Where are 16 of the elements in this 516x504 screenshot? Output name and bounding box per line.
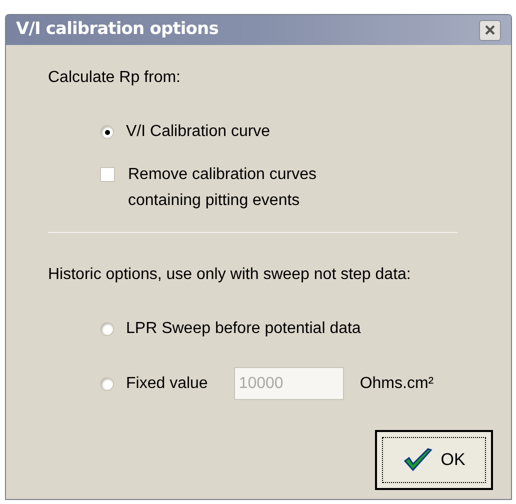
- radio-label: V/I Calibration curve: [126, 122, 270, 142]
- checkmark-icon: [402, 447, 433, 473]
- close-icon: [485, 25, 495, 35]
- radio-button[interactable]: [100, 322, 114, 336]
- radio-button[interactable]: [100, 125, 114, 139]
- ok-button[interactable]: OK: [375, 430, 493, 490]
- section-heading: Calculate Rp from:: [48, 68, 182, 88]
- checkbox[interactable]: [100, 167, 115, 182]
- radio-label: Fixed value: [126, 374, 208, 394]
- window-title: V/I calibration options: [16, 18, 218, 42]
- checkbox-label: Remove calibration curves containing pitting events: [128, 165, 318, 211]
- close-button[interactable]: [479, 20, 501, 40]
- radio-label: LPR Sweep before potential data: [126, 319, 361, 339]
- unit-label: Ohms.cm²: [360, 374, 434, 394]
- radio-button[interactable]: [100, 376, 114, 390]
- section-heading: Historic options, use only with sweep not step data:: [48, 265, 412, 285]
